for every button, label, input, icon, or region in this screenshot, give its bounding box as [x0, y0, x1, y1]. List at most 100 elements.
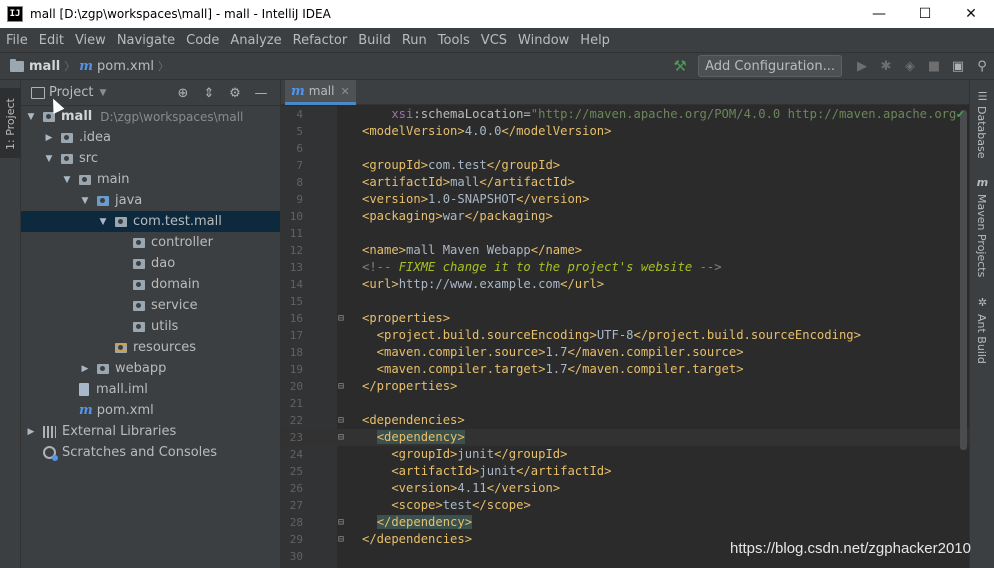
expand-arrow-icon[interactable]: ▼	[43, 154, 55, 164]
menu-analyze[interactable]: Analyze	[230, 33, 281, 48]
tree-item[interactable]: mall.iml	[21, 379, 280, 400]
menu-view[interactable]: View	[75, 33, 106, 48]
menu-refactor[interactable]: Refactor	[293, 33, 348, 48]
code-line[interactable]: 28 ⊟ </dependency>	[281, 514, 970, 531]
code-line[interactable]: 25 <artifactId>junit</artifactId>	[281, 463, 970, 480]
tree-item[interactable]: ▼ com.test.mall	[21, 211, 280, 232]
ant-build-tool-tab[interactable]: Ant Build	[975, 314, 988, 364]
code-line[interactable]: 4 xsi:schemaLocation="http://maven.apach…	[281, 106, 970, 123]
code-line[interactable]: 7 <groupId>com.test</groupId>	[281, 157, 970, 174]
code-line[interactable]: 26 <version>4.11</version>	[281, 480, 970, 497]
locate-icon[interactable]: ⊕	[170, 86, 196, 101]
code-line[interactable]: 13 <!-- FIXME change it to the project's …	[281, 259, 970, 276]
tree-item[interactable]: ▼ src	[21, 148, 280, 169]
database-tool-tab[interactable]: Database	[975, 106, 988, 159]
build-hammer-icon[interactable]: ⚒	[668, 55, 692, 77]
tree-item[interactable]: service	[21, 295, 280, 316]
menu-vcs[interactable]: VCS	[481, 33, 507, 48]
fold-icon[interactable]: ⊟	[336, 310, 346, 327]
code-line[interactable]: 17 <project.build.sourceEncoding>UTF-8</…	[281, 327, 970, 344]
tree-item-label: mall.iml	[96, 382, 148, 397]
code-line[interactable]: 20 ⊟ </properties>	[281, 378, 970, 395]
code-line[interactable]: 9 <version>1.0-SNAPSHOT</version>	[281, 191, 970, 208]
tree-item[interactable]: controller	[21, 232, 280, 253]
stop-icon[interactable]: ■	[922, 55, 946, 77]
maven-projects-tool-tab[interactable]: Maven Projects	[975, 194, 988, 277]
code-text: <properties>	[362, 310, 450, 327]
debug-icon[interactable]: ✱	[874, 55, 898, 77]
database-icon: ☰	[977, 90, 988, 103]
collapse-arrow-icon[interactable]: ▶	[25, 427, 37, 437]
code-line[interactable]: 8 <artifactId>mall</artifactId>	[281, 174, 970, 191]
expand-arrow-icon[interactable]: ▼	[25, 112, 37, 122]
tree-item[interactable]: ▶ webapp	[21, 358, 280, 379]
code-line[interactable]: 11	[281, 225, 970, 242]
gear-icon[interactable]: ⚙	[222, 86, 248, 101]
menu-tools[interactable]: Tools	[438, 33, 470, 48]
collapse-arrow-icon[interactable]: ▶	[79, 364, 91, 374]
tree-item[interactable]: resources	[21, 337, 280, 358]
coverage-icon[interactable]: ◈	[898, 55, 922, 77]
expand-arrow-icon[interactable]: ▼	[97, 217, 109, 227]
fold-icon[interactable]: ⊟	[336, 531, 346, 548]
breadcrumb-project[interactable]: mall	[29, 59, 60, 74]
tree-item[interactable]: Scratches and Consoles	[21, 442, 280, 463]
project-structure-icon[interactable]: ▣	[946, 55, 970, 77]
code-line[interactable]: 27 <scope>test</scope>	[281, 497, 970, 514]
collapse-all-icon[interactable]: ⇕	[196, 86, 222, 101]
expand-arrow-icon[interactable]: ▼	[61, 175, 73, 185]
editor-tab-pom[interactable]: m mall ✕	[285, 80, 356, 105]
code-token: <modelVersion>	[362, 124, 465, 138]
tree-item[interactable]: ▼ main	[21, 169, 280, 190]
code-line[interactable]: 24 <groupId>junit</groupId>	[281, 446, 970, 463]
code-line[interactable]: 6	[281, 140, 970, 157]
fold-icon[interactable]: ⊟	[336, 429, 346, 446]
minimize-button[interactable]: —	[856, 0, 902, 28]
menu-help[interactable]: Help	[580, 33, 610, 48]
fold-icon[interactable]: ⊟	[336, 412, 346, 429]
code-line[interactable]: 23 ⊟ <dependency>	[281, 429, 970, 446]
add-configuration-button[interactable]: Add Configuration...	[698, 55, 842, 77]
search-icon[interactable]: ⚲	[970, 55, 994, 77]
menu-file[interactable]: File	[6, 33, 28, 48]
maximize-button[interactable]: ☐	[902, 0, 948, 28]
code-line[interactable]: 14 <url>http://www.example.com</url>	[281, 276, 970, 293]
tree-item[interactable]: m pom.xml	[21, 400, 280, 421]
code-line[interactable]: 19 <maven.compiler.target>1.7</maven.com…	[281, 361, 970, 378]
code-line[interactable]: 18 <maven.compiler.source>1.7</maven.com…	[281, 344, 970, 361]
line-number: 8	[296, 176, 303, 189]
code-line[interactable]: 5 <modelVersion>4.0.0</modelVersion>	[281, 123, 970, 140]
tree-item[interactable]: dao	[21, 253, 280, 274]
tree-item[interactable]: ▶ External Libraries	[21, 421, 280, 442]
project-tool-tab[interactable]: 1: Project	[0, 88, 21, 158]
menu-build[interactable]: Build	[358, 33, 391, 48]
collapse-arrow-icon[interactable]: ▶	[43, 133, 55, 143]
menu-run[interactable]: Run	[402, 33, 427, 48]
tree-item[interactable]: domain	[21, 274, 280, 295]
code-line[interactable]: 16 ⊟ <properties>	[281, 310, 970, 327]
hide-panel-icon[interactable]: —	[248, 86, 274, 101]
run-icon[interactable]: ▶	[850, 55, 874, 77]
code-line[interactable]: 10 <packaging>war</packaging>	[281, 208, 970, 225]
menu-code[interactable]: Code	[186, 33, 219, 48]
close-button[interactable]: ✕	[948, 0, 994, 28]
tree-item[interactable]: ▶ .idea	[21, 127, 280, 148]
code-line[interactable]: 12 <name>mall Maven Webapp</name>	[281, 242, 970, 259]
chevron-down-icon[interactable]: ▼	[99, 88, 106, 98]
code-line[interactable]: 22 ⊟ <dependencies>	[281, 412, 970, 429]
fold-icon[interactable]: ⊟	[336, 378, 346, 395]
fold-icon[interactable]: ⊟	[336, 514, 346, 531]
breadcrumb-file[interactable]: pom.xml	[97, 59, 154, 74]
code-area[interactable]: 4 xsi:schemaLocation="http://maven.apach…	[281, 106, 970, 568]
menu-navigate[interactable]: Navigate	[117, 33, 175, 48]
menu-window[interactable]: Window	[518, 33, 569, 48]
tree-item[interactable]: ▼ java	[21, 190, 280, 211]
expand-arrow-icon[interactable]: ▼	[79, 196, 91, 206]
code-line[interactable]: 15	[281, 293, 970, 310]
vertical-scrollbar[interactable]	[960, 110, 967, 450]
code-line[interactable]: 21	[281, 395, 970, 412]
close-icon[interactable]: ✕	[340, 85, 349, 98]
tree-item[interactable]: utils	[21, 316, 280, 337]
tree-item-label: .idea	[79, 130, 111, 145]
menu-edit[interactable]: Edit	[39, 33, 64, 48]
